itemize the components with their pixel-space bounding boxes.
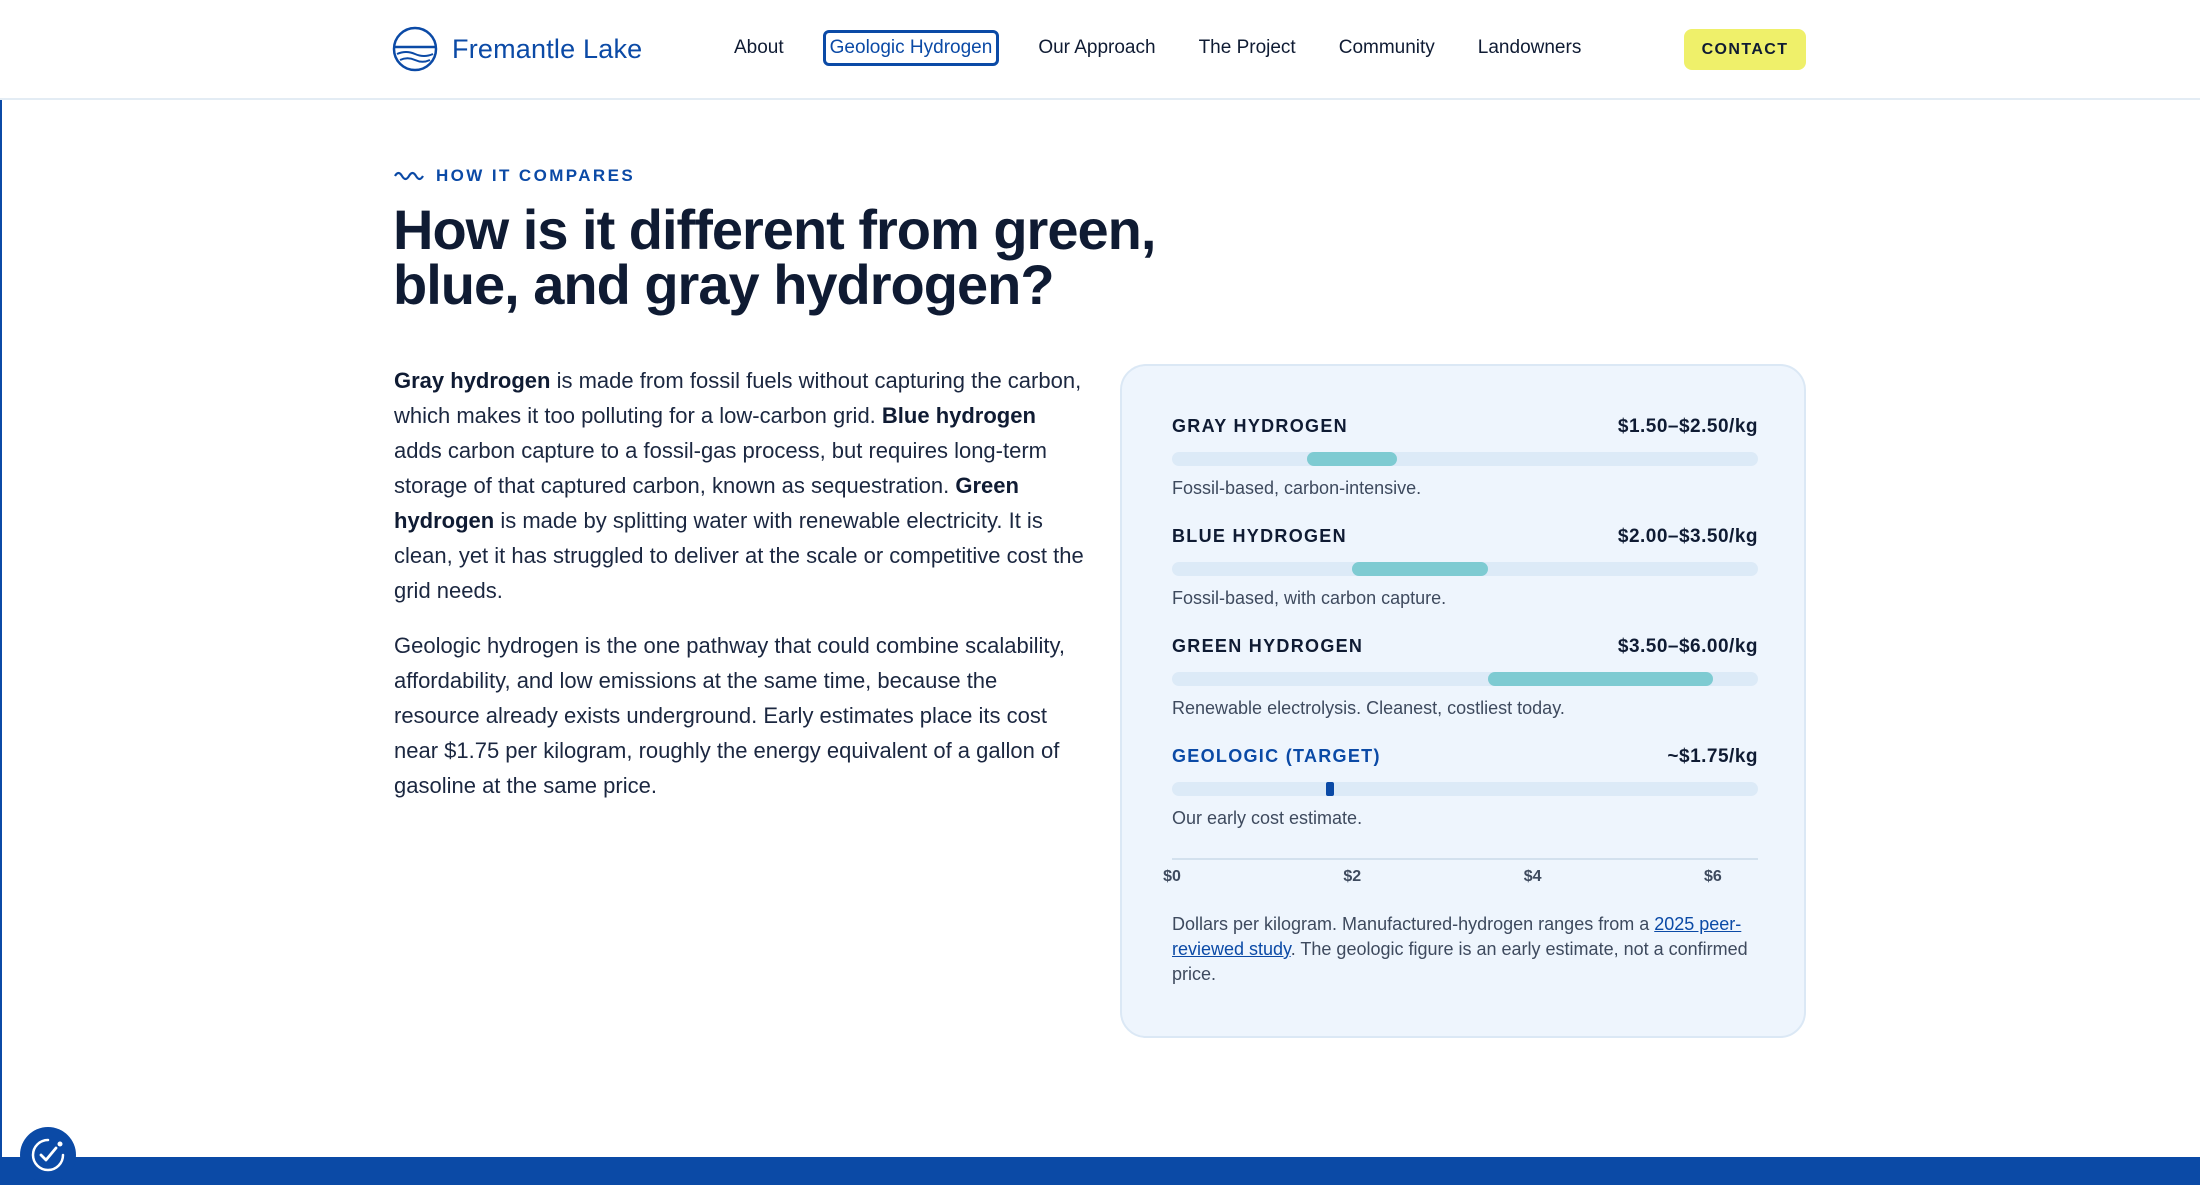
- row-price: ~$1.75/kg: [1667, 746, 1758, 767]
- row-price: $1.50–$2.50/kg: [1617, 416, 1758, 437]
- range-bar-gray: [1307, 452, 1398, 466]
- wave-icon: [394, 171, 424, 181]
- title-line-1: How is it different from green,: [393, 198, 1156, 261]
- range-bar-blue: [1352, 562, 1488, 576]
- chart-footnote: Dollars per kilogram. Manufactured-hydro…: [1172, 912, 1762, 987]
- range-track: [1172, 452, 1758, 466]
- term-gray: Gray hydrogen: [394, 368, 551, 393]
- lake-logo-icon: [392, 26, 438, 72]
- row-name: GEOLOGIC (TARGET): [1172, 746, 1381, 766]
- main-nav: About Geologic Hydrogen Our Approach The…: [730, 30, 1620, 66]
- row-description: Our early cost estimate.: [1172, 808, 1363, 828]
- nav-geologic-hydrogen[interactable]: Geologic Hydrogen: [822, 30, 1000, 66]
- contact-button[interactable]: CONTACT: [1684, 29, 1806, 70]
- body-text: Gray hydrogen is made from fossil fuels …: [394, 363, 1084, 823]
- row-description: Fossil-based, with carbon capture.: [1172, 588, 1447, 608]
- nav-about[interactable]: About: [730, 31, 788, 65]
- row-geologic-target: GEOLOGIC (TARGET) ~$1.75/kg Our early co…: [1172, 746, 1758, 829]
- section-title: How is it different from green, blue, an…: [393, 202, 1253, 313]
- x-tick-label: $0: [1163, 868, 1181, 885]
- range-track: [1172, 562, 1758, 576]
- bottom-band: [0, 1157, 2200, 1185]
- nav-community[interactable]: Community: [1335, 31, 1439, 65]
- term-blue: Blue hydrogen: [881, 403, 1036, 428]
- accessibility-check-icon: [31, 1138, 65, 1172]
- footnote-text: Dollars per kilogram. Manufactured-hydro…: [1172, 914, 1655, 934]
- nav-landowners[interactable]: Landowners: [1474, 31, 1586, 65]
- body-paragraph-2: Geologic hydrogen is the one pathway tha…: [394, 633, 1065, 798]
- body-p1-part-2: adds carbon capture to a fossil-gas proc…: [394, 438, 1047, 498]
- accessibility-button[interactable]: [20, 1127, 76, 1183]
- x-axis-line: [1172, 858, 1758, 860]
- range-track: [1172, 672, 1758, 686]
- left-edge-accent: [0, 0, 2, 1185]
- logo-link[interactable]: Fremantle Lake: [392, 25, 642, 73]
- range-bar-green: [1487, 672, 1713, 686]
- range-track: [1172, 782, 1758, 796]
- target-marker-geologic: [1325, 782, 1334, 796]
- row-description: Fossil-based, carbon-intensive.: [1172, 478, 1422, 498]
- row-description: Renewable electrolysis. Cleanest, costli…: [1172, 698, 1565, 718]
- logo-text: Fremantle Lake: [452, 33, 643, 64]
- x-tick-label: $2: [1343, 868, 1362, 885]
- body-paragraph-1: Gray hydrogen is made from fossil fuels …: [394, 363, 1084, 608]
- row-price: $3.50–$6.00/kg: [1617, 636, 1758, 657]
- row-name: BLUE HYDROGEN: [1172, 526, 1347, 546]
- nav-our-approach[interactable]: Our Approach: [1034, 31, 1159, 65]
- site-header: Fremantle Lake About Geologic Hydrogen O…: [0, 0, 2200, 100]
- row-name: GREEN HYDROGEN: [1172, 636, 1364, 656]
- row-blue-hydrogen: BLUE HYDROGEN $2.00–$3.50/kg Fossil-base…: [1172, 526, 1758, 609]
- eyebrow-text: HOW IT COMPARES: [436, 166, 636, 185]
- x-tick-label: $6: [1704, 868, 1722, 885]
- x-tick-label: $4: [1523, 868, 1542, 885]
- section-eyebrow: HOW IT COMPARES: [394, 166, 635, 186]
- row-price: $2.00–$3.50/kg: [1617, 526, 1758, 547]
- title-line-2: blue, and gray hydrogen?: [393, 253, 1055, 316]
- cost-comparison-card: GRAY HYDROGEN $1.50–$2.50/kg Fossil-base…: [1120, 364, 1806, 1038]
- nav-the-project[interactable]: The Project: [1195, 31, 1300, 65]
- body-p1-part-3: is made by splitting water with renewabl…: [394, 508, 1084, 603]
- row-green-hydrogen: GREEN HYDROGEN $3.50–$6.00/kg Renewable …: [1172, 636, 1758, 719]
- row-gray-hydrogen: GRAY HYDROGEN $1.50–$2.50/kg Fossil-base…: [1172, 416, 1758, 499]
- row-name: GRAY HYDROGEN: [1172, 416, 1348, 436]
